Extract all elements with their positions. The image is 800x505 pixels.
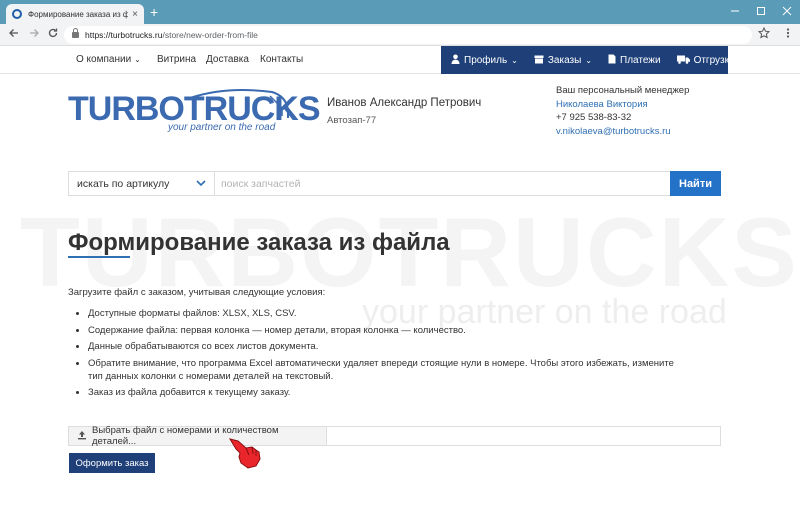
intro-text: Загрузите файл с заказом, учитывая следу… bbox=[68, 287, 326, 298]
manager-email-link[interactable]: v.nikolaeva@turbotrucks.ru bbox=[556, 126, 671, 137]
manager-title: Ваш персональный менеджер bbox=[556, 85, 690, 96]
truck-icon bbox=[676, 55, 690, 66]
reload-icon[interactable] bbox=[45, 27, 61, 43]
search-form: искать по артикулу Найти bbox=[68, 171, 721, 196]
nav-delivery[interactable]: Доставка bbox=[206, 46, 249, 74]
url-path: /store/new-order-from-file bbox=[162, 30, 258, 40]
shipments-link[interactable]: Отгрузки bbox=[669, 46, 743, 74]
orders-icon bbox=[534, 55, 544, 66]
submit-order-button[interactable]: Оформить заказ bbox=[69, 453, 155, 473]
nav-about-label: О компании bbox=[76, 54, 132, 65]
shipments-label: Отгрузки bbox=[693, 54, 735, 66]
nav-contacts[interactable]: Контакты bbox=[260, 46, 303, 74]
payments-link[interactable]: Платежи bbox=[600, 46, 669, 74]
star-icon[interactable] bbox=[757, 26, 771, 42]
tab-close-icon[interactable]: × bbox=[132, 9, 138, 20]
url-host: https://turbotrucks.ru bbox=[85, 30, 163, 40]
profile-label: Профиль bbox=[464, 54, 508, 66]
back-icon[interactable] bbox=[6, 27, 22, 43]
upload-icon bbox=[77, 430, 87, 442]
search-input[interactable] bbox=[215, 172, 670, 195]
lock-icon bbox=[72, 28, 79, 38]
browser-tab[interactable]: Формирование заказа из фай... × bbox=[6, 4, 144, 24]
choose-file-label: Выбрать файл с номерами и количеством де… bbox=[92, 425, 279, 447]
conditions-list: Доступные форматы файлов: XLSX, XLS, CSV… bbox=[76, 307, 676, 403]
condition-item: Содержание файла: первая колонка — номер… bbox=[76, 324, 676, 337]
document-icon bbox=[608, 54, 616, 66]
page-title: Формирование заказа из файла bbox=[68, 229, 450, 256]
file-name-field[interactable] bbox=[327, 427, 720, 445]
browser-toolbar: https://turbotrucks.ru/store/new-order-f… bbox=[0, 24, 800, 46]
browser-tab-bar: Формирование заказа из фай... × + bbox=[0, 0, 800, 24]
site-nav: О компании ⌄ Витрина Доставка Контакты Пр… bbox=[0, 46, 800, 74]
window-close-icon[interactable] bbox=[774, 0, 800, 22]
user-company: Автозап-77 bbox=[327, 115, 377, 126]
manager-name-link[interactable]: Николаева Виктория bbox=[556, 99, 648, 110]
file-input: Выбрать файл с номерами и количеством де… bbox=[68, 425, 721, 447]
title-underline bbox=[68, 256, 130, 258]
chevron-down-icon: ⌄ bbox=[511, 55, 518, 65]
chevron-down-icon: ⌄ bbox=[134, 55, 141, 64]
manager-phone: +7 925 538-83-32 bbox=[556, 112, 632, 123]
address-bar[interactable]: https://turbotrucks.ru/store/new-order-f… bbox=[64, 26, 752, 44]
condition-item: Заказ из файла добавится к текущему зака… bbox=[76, 386, 676, 399]
site-logo[interactable]: TURBOTRUCKS your partner on the road bbox=[68, 86, 321, 138]
orders-label: Заказы bbox=[547, 54, 582, 66]
user-name: Иванов Александр Петрович bbox=[327, 97, 482, 109]
tab-title: Формирование заказа из фай... bbox=[28, 9, 129, 19]
nav-about[interactable]: О компании ⌄ bbox=[76, 46, 141, 74]
hand-cursor-icon bbox=[228, 438, 261, 469]
condition-item: Доступные форматы файлов: XLSX, XLS, CSV… bbox=[76, 307, 676, 320]
user-icon bbox=[451, 54, 460, 66]
search-mode-value: искать по артикулу bbox=[77, 177, 170, 190]
account-bar: Профиль ⌄ Заказы ⌄ Платежи Отгрузки bbox=[441, 46, 735, 74]
forward-icon[interactable] bbox=[26, 27, 42, 43]
chevron-down-icon: ⌄ bbox=[585, 55, 592, 65]
profile-menu[interactable]: Профиль ⌄ bbox=[443, 46, 526, 74]
condition-item: Данные обрабатываются со всех листов док… bbox=[76, 340, 676, 353]
payments-label: Платежи bbox=[620, 54, 661, 66]
nav-showcase[interactable]: Витрина bbox=[157, 46, 196, 74]
menu-icon[interactable] bbox=[782, 27, 794, 42]
condition-item: Обратите внимание, что программа Excel а… bbox=[76, 357, 676, 383]
new-tab-icon[interactable]: + bbox=[150, 5, 158, 19]
search-mode-select[interactable]: искать по артикулу bbox=[69, 172, 215, 195]
window-minimize-icon[interactable] bbox=[722, 0, 748, 22]
choose-file-button[interactable]: Выбрать файл с номерами и количеством де… bbox=[69, 425, 327, 447]
orders-menu[interactable]: Заказы ⌄ bbox=[526, 46, 600, 74]
chevron-down-icon bbox=[196, 178, 206, 190]
logo-tagline: your partner on the road bbox=[168, 122, 276, 133]
site-favicon-icon bbox=[12, 9, 22, 19]
search-button[interactable]: Найти bbox=[670, 171, 721, 196]
window-maximize-icon[interactable] bbox=[748, 0, 774, 22]
